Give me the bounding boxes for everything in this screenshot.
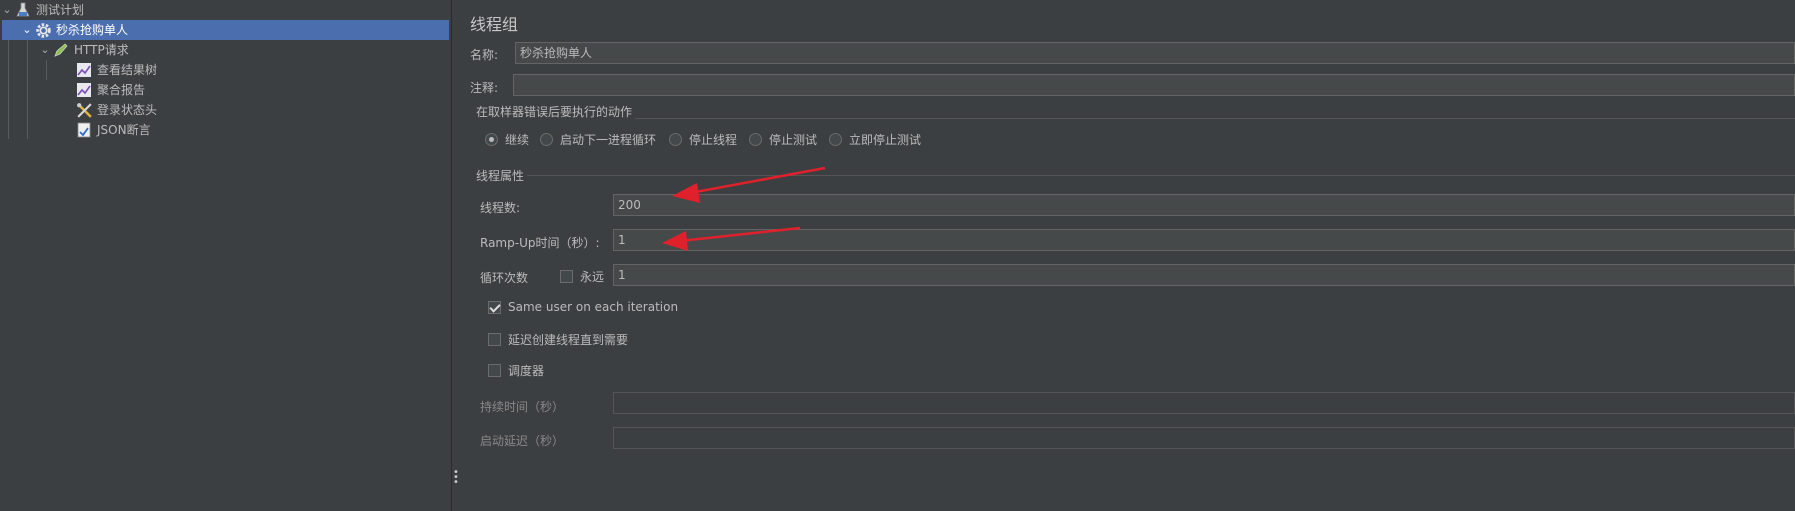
red-arrow-icon <box>672 166 826 203</box>
annotation-arrows <box>662 166 826 251</box>
red-arrow-icon <box>662 226 801 251</box>
